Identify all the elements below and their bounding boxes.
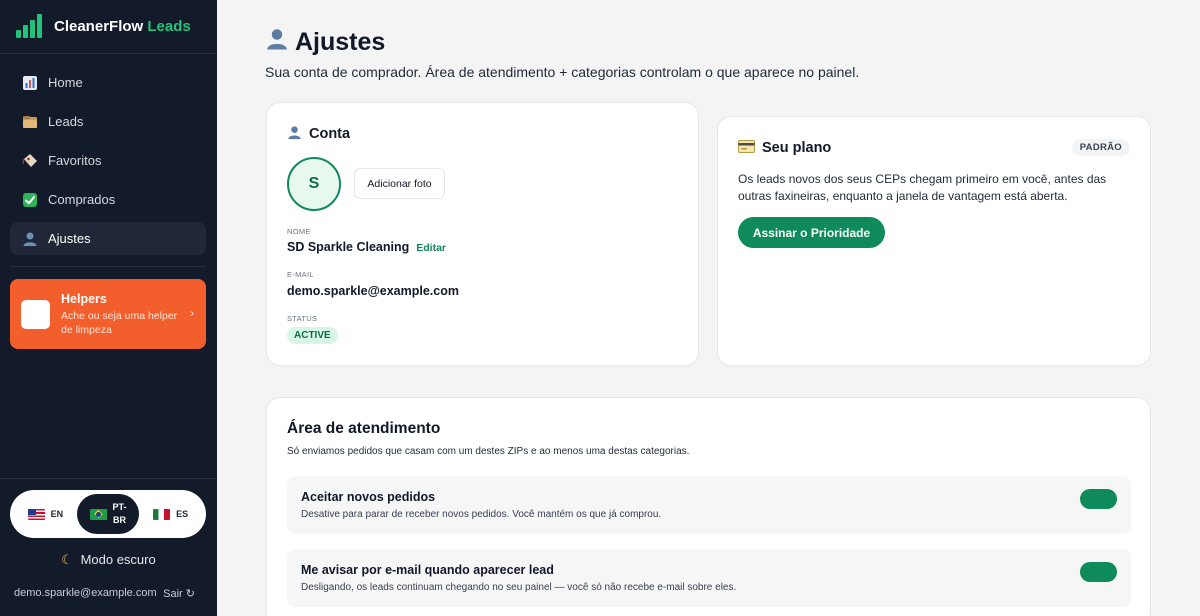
user-email: demo.sparkle@example.com bbox=[14, 587, 157, 599]
sidebar-item-leads[interactable]: Leads bbox=[10, 105, 206, 138]
mx-flag-icon bbox=[153, 508, 171, 520]
sidebar-nav: Home Leads Favoritos Comprados Ajustes bbox=[10, 66, 206, 261]
sidebar-item-label: Comprados bbox=[48, 192, 116, 207]
edit-name-link[interactable]: Editar bbox=[416, 242, 446, 254]
user-icon bbox=[287, 125, 302, 143]
email-value: demo.sparkle@example.com bbox=[287, 284, 459, 298]
setting-row-accept-orders: Aceitar novos pedidos Desative para para… bbox=[287, 476, 1131, 534]
account-card-title: Conta bbox=[287, 125, 350, 143]
helpers-image bbox=[21, 299, 50, 329]
user-icon bbox=[265, 27, 289, 57]
service-area-subtitle: Só enviamos pedidos que casam com um des… bbox=[287, 446, 690, 457]
check-box-icon bbox=[21, 191, 39, 209]
avatar: S bbox=[287, 157, 341, 211]
us-flag-icon bbox=[27, 508, 45, 520]
logout-icon: ↻ bbox=[185, 588, 195, 600]
language-option-en[interactable]: EN bbox=[14, 494, 77, 534]
bar-chart-icon bbox=[21, 74, 39, 92]
language-option-pt-br[interactable]: PT- BR bbox=[76, 494, 140, 534]
sidebar-item-ajustes[interactable]: Ajustes bbox=[10, 222, 206, 255]
sidebar-item-label: Favoritos bbox=[48, 153, 102, 168]
sidebar-divider bbox=[0, 478, 217, 479]
brand[interactable]: CleanerFlow Leads bbox=[16, 13, 191, 39]
sidebar-item-label: Home bbox=[48, 75, 83, 90]
credit-card-icon bbox=[738, 140, 755, 156]
status-label: STATUS bbox=[287, 314, 318, 323]
sidebar-divider bbox=[0, 53, 217, 54]
folder-icon bbox=[21, 113, 39, 131]
setting-description: Desligando, os leads continuam chegando … bbox=[301, 582, 737, 593]
subscribe-priority-button[interactable]: Assinar o Prioridade bbox=[738, 217, 885, 248]
setting-title: Me avisar por e-mail quando aparecer lea… bbox=[301, 563, 554, 577]
page-subtitle: Sua conta de comprador. Área de atendime… bbox=[265, 64, 860, 80]
helpers-title: Helpers bbox=[61, 291, 107, 306]
language-switcher: EN PT- BR ES bbox=[10, 490, 206, 538]
chevron-right-icon: › bbox=[190, 306, 194, 320]
user-icon bbox=[21, 230, 39, 248]
setting-row-email-notify: Me avisar por e-mail quando aparecer lea… bbox=[287, 549, 1131, 607]
email-notify-toggle[interactable] bbox=[1080, 562, 1117, 582]
sidebar-item-home[interactable]: Home bbox=[10, 66, 206, 99]
setting-title: Aceitar novos pedidos bbox=[301, 490, 436, 504]
add-photo-button[interactable]: Adicionar foto bbox=[354, 168, 445, 199]
name-value: SD Sparkle Cleaning Editar bbox=[287, 240, 447, 254]
logout-button[interactable]: Sair ↻ bbox=[163, 587, 195, 600]
helpers-subtitle: Ache ou seja uma helper de limpeza bbox=[61, 309, 178, 336]
logo-icon bbox=[16, 14, 42, 38]
sidebar-item-label: Leads bbox=[48, 114, 84, 129]
sidebar: CleanerFlow Leads Home Leads Favoritos C… bbox=[0, 0, 217, 616]
status-badge: ACTIVE bbox=[287, 327, 338, 344]
tag-icon bbox=[21, 152, 39, 170]
name-label: NOME bbox=[287, 227, 311, 236]
brand-name: CleanerFlow Leads bbox=[54, 17, 191, 35]
sidebar-item-label: Ajustes bbox=[48, 231, 91, 246]
email-label: E-MAIL bbox=[287, 270, 314, 279]
account-card: Conta S Adicionar foto NOME SD Sparkle C… bbox=[266, 102, 699, 366]
dark-mode-toggle[interactable]: ☾ Modo escuro bbox=[0, 552, 217, 568]
plan-badge: PADRÃO bbox=[1071, 139, 1130, 156]
plan-card-title: Seu plano bbox=[738, 140, 831, 156]
sidebar-divider bbox=[10, 266, 206, 267]
accept-orders-toggle[interactable] bbox=[1080, 489, 1117, 509]
helpers-card[interactable]: Helpers Ache ou seja uma helper de limpe… bbox=[10, 279, 206, 349]
br-flag-icon bbox=[89, 508, 107, 520]
moon-icon: ☾ bbox=[61, 552, 73, 567]
service-area-title: Área de atendimento bbox=[287, 420, 441, 437]
service-area-card: Área de atendimento Só enviamos pedidos … bbox=[266, 397, 1151, 616]
plan-description: Os leads novos dos seus CEPs chegam prim… bbox=[738, 172, 1107, 203]
language-option-es[interactable]: ES bbox=[139, 494, 202, 534]
sidebar-item-comprados[interactable]: Comprados bbox=[10, 183, 206, 216]
plan-card: Seu plano PADRÃO Os leads novos dos seus… bbox=[717, 116, 1151, 366]
sidebar-item-favoritos[interactable]: Favoritos bbox=[10, 144, 206, 177]
setting-description: Desative para parar de receber novos ped… bbox=[301, 509, 662, 520]
page-title: Ajustes bbox=[265, 27, 385, 57]
